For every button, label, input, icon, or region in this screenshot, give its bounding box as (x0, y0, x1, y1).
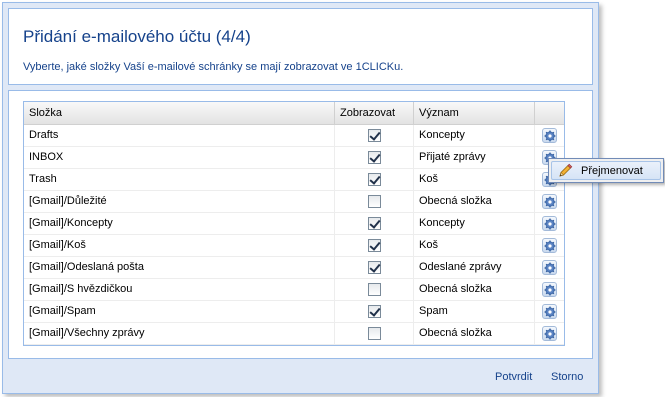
dialog-header: Přidání e-mailového účtu (4/4) Vyberte, … (8, 8, 593, 85)
actions-cell (535, 301, 564, 322)
meaning-cell[interactable]: Obecná složka (414, 323, 535, 344)
meaning-cell[interactable]: Spam (414, 301, 535, 322)
show-checkbox[interactable] (367, 305, 381, 318)
table-row[interactable]: INBOX Přijaté zprávy (24, 147, 564, 169)
add-email-account-dialog: Přidání e-mailového účtu (4/4) Vyberte, … (2, 2, 599, 394)
show-cell (335, 323, 414, 344)
actions-cell (535, 125, 564, 146)
column-header-folder[interactable]: Složka (24, 102, 335, 124)
column-header-actions (535, 102, 564, 124)
table-row[interactable]: [Gmail]/Koš Koš (24, 235, 564, 257)
meaning-cell[interactable]: Koncepty (414, 125, 535, 146)
table-row[interactable]: [Gmail]/Koncepty Koncepty (24, 213, 564, 235)
show-cell (335, 235, 414, 256)
folder-name-cell: Drafts (24, 125, 335, 146)
show-checkbox[interactable] (367, 327, 381, 340)
folder-name-cell: [Gmail]/Odeslaná pošta (24, 257, 335, 278)
show-checkbox[interactable] (367, 129, 381, 142)
show-cell (335, 169, 414, 190)
folder-name-cell: [Gmail]/Důležité (24, 191, 335, 212)
table-row[interactable]: Drafts Koncepty (24, 125, 564, 147)
show-cell (335, 301, 414, 322)
actions-cell (535, 257, 564, 278)
show-cell (335, 147, 414, 168)
row-settings-button[interactable] (542, 216, 557, 231)
folders-panel: Složka Zobrazovat Význam Drafts Koncepty I… (8, 90, 593, 359)
meaning-cell[interactable]: Koš (414, 169, 535, 190)
show-checkbox[interactable] (367, 217, 381, 230)
confirm-button[interactable]: Potvrdit (495, 371, 532, 383)
folder-name-cell: [Gmail]/Koš (24, 235, 335, 256)
actions-cell (535, 323, 564, 344)
table-row[interactable]: [Gmail]/Důležité Obecná složka (24, 191, 564, 213)
meaning-cell[interactable]: Obecná složka (414, 279, 535, 300)
show-cell (335, 125, 414, 146)
table-row[interactable]: [Gmail]/Spam Spam (24, 301, 564, 323)
folder-name-cell: [Gmail]/Všechny zprávy (24, 323, 335, 344)
table-row[interactable]: [Gmail]/S hvězdičkou Obecná složka (24, 279, 564, 301)
row-settings-button[interactable] (542, 128, 557, 143)
grid-body: Drafts Koncepty INBOX Přijaté zprávy Trash Ko… (24, 125, 564, 345)
meaning-cell[interactable]: Odeslané zprávy (414, 257, 535, 278)
actions-cell (535, 213, 564, 234)
show-checkbox[interactable] (367, 195, 381, 208)
folders-grid: Složka Zobrazovat Význam Drafts Koncepty I… (23, 101, 565, 346)
dialog-subtitle: Vyberte, jaké složky Vaší e-mailové schr… (23, 61, 404, 73)
row-context-menu: Přejmenovat (548, 158, 664, 183)
meaning-cell[interactable]: Koncepty (414, 213, 535, 234)
folder-name-cell: [Gmail]/Koncepty (24, 213, 335, 234)
table-row[interactable]: Trash Koš (24, 169, 564, 191)
actions-cell (535, 279, 564, 300)
column-header-show[interactable]: Zobrazovat (335, 102, 414, 124)
show-checkbox[interactable] (367, 151, 381, 164)
dialog-title: Přidání e-mailového účtu (4/4) (23, 27, 251, 46)
actions-cell (535, 235, 564, 256)
show-checkbox[interactable] (367, 261, 381, 274)
show-cell (335, 279, 414, 300)
folder-name-cell: [Gmail]/Spam (24, 301, 335, 322)
table-row[interactable]: [Gmail]/Všechny zprávy Obecná složka (24, 323, 564, 345)
grid-header: Složka Zobrazovat Význam (24, 102, 564, 125)
table-row[interactable]: [Gmail]/Odeslaná pošta Odeslané zprávy (24, 257, 564, 279)
row-settings-button[interactable] (542, 238, 557, 253)
meaning-cell[interactable]: Koš (414, 235, 535, 256)
show-checkbox[interactable] (367, 239, 381, 252)
show-checkbox[interactable] (367, 283, 381, 296)
show-cell (335, 257, 414, 278)
cancel-button[interactable]: Storno (551, 371, 583, 383)
row-settings-button[interactable] (542, 260, 557, 275)
actions-cell (535, 191, 564, 212)
row-settings-button[interactable] (542, 326, 557, 341)
meaning-cell[interactable]: Obecná složka (414, 191, 535, 212)
show-cell (335, 213, 414, 234)
column-header-meaning[interactable]: Význam (414, 102, 535, 124)
row-settings-button[interactable] (542, 282, 557, 297)
pencil-icon (557, 163, 573, 184)
show-cell (335, 191, 414, 212)
folder-name-cell: Trash (24, 169, 335, 190)
show-checkbox[interactable] (367, 173, 381, 186)
menu-item-label: Přejmenovat (581, 165, 643, 177)
menu-item-rename[interactable]: Přejmenovat (551, 161, 661, 180)
dialog-footer: Potvrdit Storno (8, 364, 593, 392)
row-settings-button[interactable] (542, 304, 557, 319)
meaning-cell[interactable]: Přijaté zprávy (414, 147, 535, 168)
folder-name-cell: [Gmail]/S hvězdičkou (24, 279, 335, 300)
row-settings-button[interactable] (542, 194, 557, 209)
folder-name-cell: INBOX (24, 147, 335, 168)
